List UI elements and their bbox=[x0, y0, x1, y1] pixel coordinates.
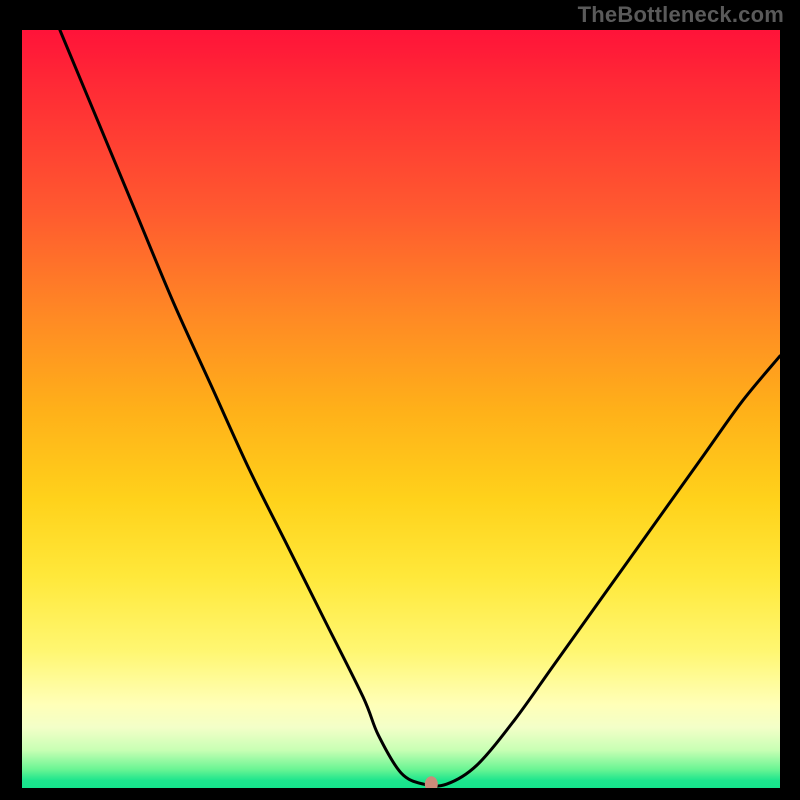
curve-svg bbox=[22, 30, 780, 788]
watermark-text: TheBottleneck.com bbox=[578, 2, 784, 28]
chart-frame: TheBottleneck.com bbox=[0, 0, 800, 800]
plot-area bbox=[22, 30, 780, 788]
optimal-point-marker bbox=[425, 776, 438, 788]
bottleneck-curve bbox=[60, 30, 780, 786]
